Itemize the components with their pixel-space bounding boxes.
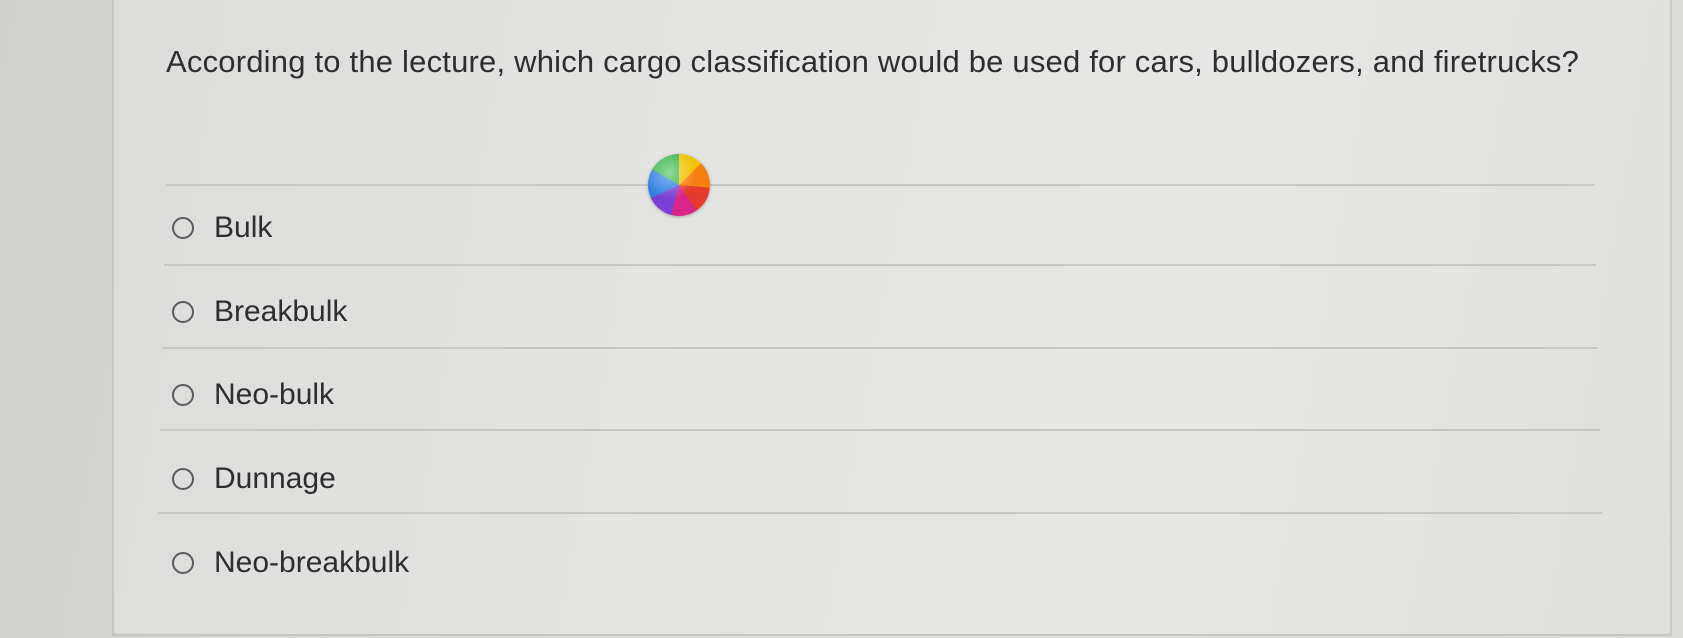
option-label: Bulk — [214, 211, 273, 244]
option-label: Dunnage — [214, 462, 336, 495]
divider — [162, 347, 1598, 349]
spinning-wheel-icon — [648, 154, 710, 216]
divider — [160, 429, 1600, 431]
option-label: Neo-bulk — [214, 378, 335, 411]
question-text: According to the lecture, which cargo cl… — [166, 44, 1580, 79]
option-breakbulk[interactable]: Breakbulk — [172, 292, 347, 332]
option-neo-breakbulk[interactable]: Neo-breakbulk — [172, 543, 409, 583]
radio-button[interactable] — [172, 301, 194, 323]
option-neo-bulk[interactable]: Neo-bulk — [172, 375, 334, 415]
radio-button[interactable] — [172, 217, 194, 239]
radio-button[interactable] — [172, 468, 194, 490]
divider — [166, 184, 1594, 186]
radio-button[interactable] — [172, 552, 194, 574]
option-bulk[interactable]: Bulk — [172, 208, 272, 248]
option-dunnage[interactable]: Dunnage — [172, 459, 336, 499]
option-label: Neo-breakbulk — [214, 546, 410, 579]
option-label: Breakbulk — [214, 295, 348, 328]
divider — [164, 264, 1596, 266]
divider — [158, 512, 1602, 514]
radio-button[interactable] — [172, 384, 194, 406]
